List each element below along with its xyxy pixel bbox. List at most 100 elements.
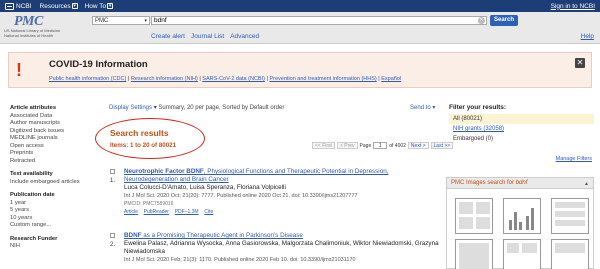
result-item: 1. Neurotrophic Factor BDNF, Physiologic…	[110, 168, 440, 216]
nih-link[interactable]: Research information (NIH)	[131, 76, 198, 82]
filter-item[interactable]: 10 years	[10, 215, 95, 223]
filter-item[interactable]: NIH	[10, 243, 95, 251]
covid-banner: ! COVID-19 Information Public health inf…	[8, 52, 592, 88]
howto-menu[interactable]: How To ▾	[85, 3, 114, 10]
search-header: PMC US National Library of Medicine Nati…	[0, 12, 600, 44]
separator: |	[378, 76, 380, 82]
page-number-input[interactable]: 1	[373, 142, 388, 149]
filter-embargoed[interactable]: Embargoed (0)	[449, 134, 594, 144]
sign-in-link[interactable]: Sign in to NCBI	[551, 3, 595, 10]
help-link[interactable]: Help	[581, 33, 594, 40]
display-settings-link[interactable]: Display Settings	[109, 105, 152, 111]
resources-menu[interactable]: Resources ▾	[40, 3, 78, 10]
left-filter-sidebar: Article attributes Associated Data Autho…	[10, 105, 95, 251]
cdc-link[interactable]: Public health information (CDC)	[49, 76, 126, 82]
cite-link[interactable]: Cite	[204, 209, 213, 215]
result-checkbox[interactable]	[110, 169, 115, 174]
next-page-button[interactable]: Next >	[407, 142, 429, 149]
header-links: Create alert Journal List Advanced	[151, 33, 259, 40]
page-total: of 4002	[389, 142, 406, 149]
result-authors: Luca Colucci-D'Amato, Luisa Speranza, Fl…	[124, 184, 286, 191]
search-input[interactable]: bdnf	[151, 16, 487, 25]
espanol-link[interactable]: Español	[381, 76, 401, 82]
result-item: 2. BDNF as a Promising Therapeutic Agent…	[110, 232, 440, 264]
journal-list-link[interactable]: Journal List	[191, 33, 224, 40]
advanced-search-link[interactable]: Advanced	[230, 33, 259, 40]
database-select[interactable]: PMC ▾	[92, 16, 150, 25]
filter-item[interactable]: Include embargoed articles	[10, 179, 95, 187]
separator: |	[266, 76, 268, 82]
image-thumbnail[interactable]	[551, 239, 589, 269]
image-thumbnail[interactable]	[455, 198, 493, 234]
ncbi-top-bar: NCBI Resources ▾ How To ▾ Sign in to NCB…	[0, 0, 600, 12]
first-page-button[interactable]: << First	[312, 142, 335, 149]
resources-label: Resources	[39, 2, 71, 10]
database-select-value: PMC	[95, 18, 109, 24]
filter-item[interactable]: Retracted	[10, 158, 95, 166]
close-icon[interactable]: ✕	[575, 58, 585, 68]
result-pmcid: PMCID: PMC7589016	[124, 201, 174, 207]
pmc-images-header[interactable]: PMC Images search for bdnf ▲	[447, 178, 593, 189]
filter-item[interactable]: 1 year	[10, 200, 95, 208]
separator: |	[127, 76, 130, 82]
filter-item[interactable]: 5 years	[10, 207, 95, 215]
result-checkbox[interactable]	[110, 233, 115, 238]
chevron-down-icon: ▾	[107, 3, 114, 9]
display-settings: Display Settings ▾ Summary, 20 per page,…	[109, 104, 284, 111]
filter-nih-grants-link[interactable]: NIH grants (32058)	[453, 126, 504, 132]
banner-title: COVID-19 Information	[49, 59, 148, 70]
pmc-images-panel: PMC Images search for bdnf ▲	[446, 177, 594, 269]
image-thumbnail[interactable]	[455, 239, 493, 269]
result-links: Article PubReader PDF–1.3M Cite	[124, 208, 440, 216]
filter-results-heading: Filter your results:	[449, 104, 507, 111]
pmc-logo-text: PMC	[14, 14, 43, 29]
hhs-link[interactable]: Prevention and treatment information (HH…	[269, 76, 376, 82]
filter-item[interactable]: Custom range...	[10, 222, 95, 230]
exclamation-icon: !	[16, 60, 22, 80]
filter-list: All (80021) NIH grants (32058) Embargoed…	[449, 114, 594, 144]
ncbi-data-link[interactable]: SARS-CoV-2 data (NCBI)	[202, 76, 265, 82]
search-button[interactable]: Search	[490, 15, 518, 26]
result-citation: Int J Mol Sci. 2020 Feb; 21(3): 1170. Pu…	[124, 257, 356, 263]
image-thumbnail[interactable]	[503, 239, 541, 269]
pmc-images-term: bdnf	[515, 180, 528, 186]
send-to-menu[interactable]: Send to ▾	[410, 104, 435, 111]
filter-nih-grants[interactable]: NIH grants (32058)	[449, 124, 594, 134]
highlight-annotation-circle	[95, 118, 205, 159]
ncbi-logo[interactable]: NCBI	[5, 2, 32, 10]
result-number: 1.	[110, 178, 116, 184]
pdf-link[interactable]: PDF–1.3M	[175, 209, 199, 215]
result-citation: Int J Mol Sci. 2020 Oct; 21(20): 7777. P…	[124, 193, 358, 199]
send-to-label: Send to	[410, 105, 431, 111]
filter-heading: Text availability	[10, 171, 53, 177]
prev-page-button[interactable]: < Prev	[336, 142, 358, 149]
collapse-icon[interactable]: ▲	[584, 181, 589, 187]
filter-item[interactable]: Digitized back issues	[10, 128, 95, 136]
article-link[interactable]: Article	[124, 209, 138, 215]
create-alert-link[interactable]: Create alert	[151, 33, 185, 40]
filter-item[interactable]: Open access	[10, 143, 95, 151]
pmc-images-title: PMC Images search for	[451, 180, 515, 186]
chevron-down-icon: ▾	[144, 18, 147, 24]
title-highlight: BDNF	[124, 232, 142, 239]
filter-item[interactable]: Author manuscripts	[10, 120, 95, 128]
manage-filters-link[interactable]: Manage Filters	[556, 156, 592, 162]
filter-item[interactable]: Preprints	[10, 150, 95, 158]
filter-item[interactable]: MEDLINE journals	[10, 135, 95, 143]
clear-search-icon[interactable]: ✕	[478, 17, 485, 24]
filter-all[interactable]: All (80021)	[449, 114, 594, 124]
display-summary: Summary, 20 per page, Sorted by Default …	[158, 105, 285, 111]
chevron-down-icon: ▾	[153, 105, 157, 111]
filter-item[interactable]: Associated Data	[10, 113, 95, 121]
image-thumbnail[interactable]	[503, 198, 541, 234]
howto-label: How To	[84, 2, 107, 10]
pmc-logo[interactable]: PMC US National Library of Medicine Nati…	[4, 15, 84, 38]
result-authors: Ewelina Palasz, Adrianna Wysocka, Anna G…	[124, 240, 439, 255]
result-title-link[interactable]: BDNF as a Promising Therapeutic Agent in…	[124, 232, 303, 239]
image-thumbnail[interactable]	[551, 198, 589, 234]
pubreader-link[interactable]: PubReader	[144, 209, 169, 215]
title-rest: as a Promising Therapeutic Agent in Park…	[141, 232, 303, 239]
result-title-link[interactable]: Neurotrophic Factor BDNF, Physiological …	[124, 168, 388, 183]
title-highlight: Neurotrophic Factor BDNF	[124, 168, 204, 175]
chevron-down-icon: ▾	[432, 105, 436, 111]
